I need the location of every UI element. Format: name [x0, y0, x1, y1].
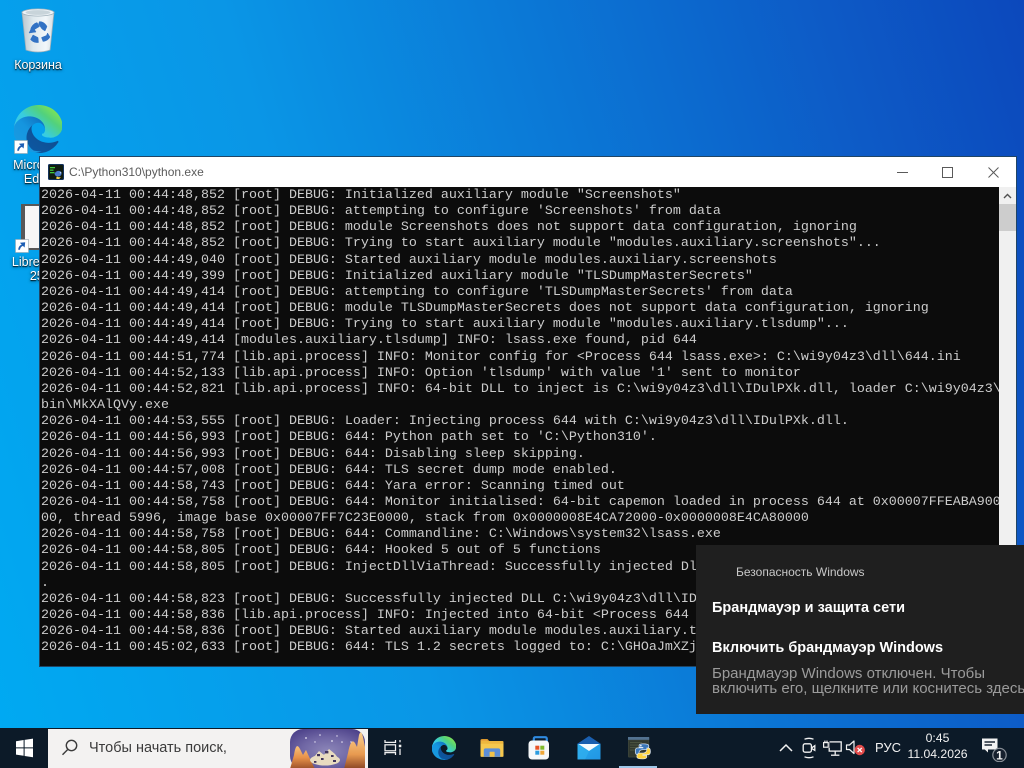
svg-text:1: 1: [996, 749, 1003, 763]
